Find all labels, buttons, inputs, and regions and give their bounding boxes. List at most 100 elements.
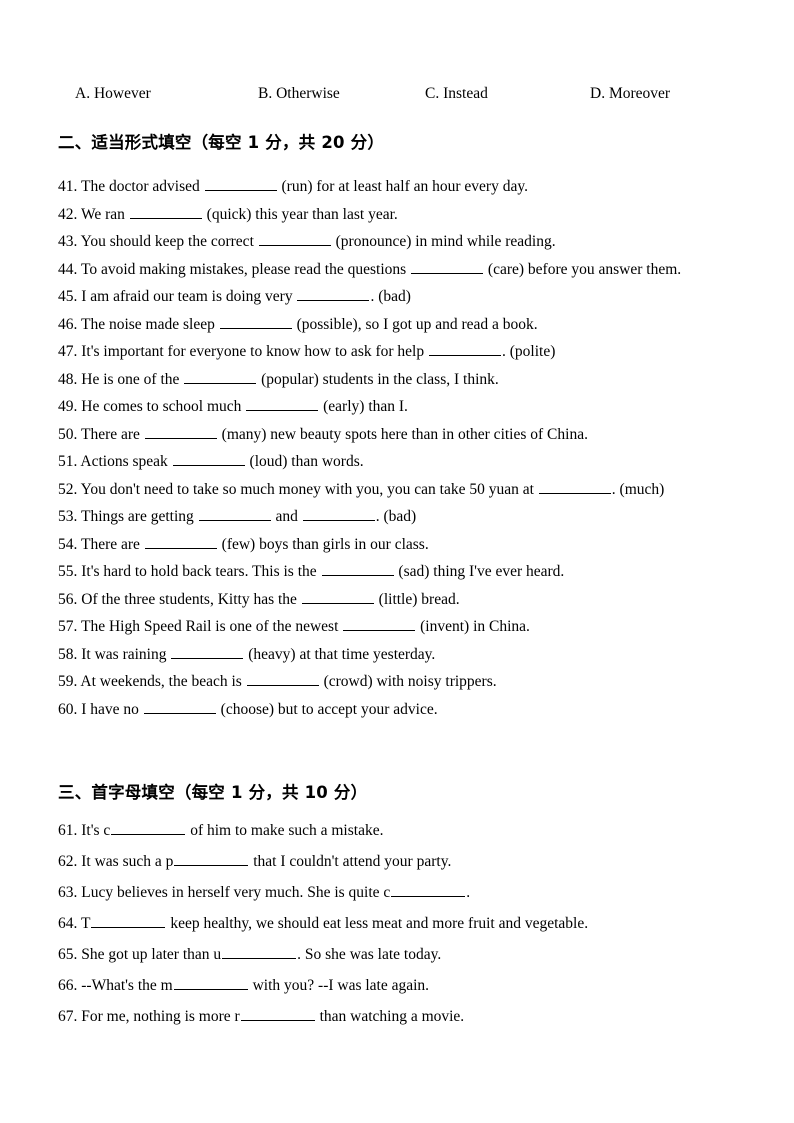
question-line: 50. There are (many) new beauty spots he… [58,421,758,449]
question-line: 45. I am afraid our team is doing very .… [58,283,758,311]
question-number: 56. [58,590,78,608]
answer-blank[interactable] [91,914,166,928]
answer-blank[interactable] [173,976,248,990]
question-text: The noise made sleep [77,315,215,333]
question-line: 47. It's important for everyone to know … [58,338,758,366]
question-line: 43. You should keep the correct (pronoun… [58,228,758,256]
answer-blank[interactable] [143,699,216,714]
question-text: He comes to school much [77,398,242,415]
question-line: 53. Things are getting and . (bad) [58,503,758,531]
question-text: . (polite) [501,343,556,360]
answer-blank[interactable] [171,644,244,659]
question-text: It was such a p [77,853,174,870]
question-text: (popular) students in the class, I think… [257,370,499,388]
question-text: --What's the m [77,977,173,994]
question-text: It's c [77,822,111,839]
question-text: I am afraid our team is doing very [77,288,293,305]
question-text: Lucy believes in herself very much. She … [77,884,391,901]
answer-blank[interactable] [258,232,331,246]
answer-blank[interactable] [428,342,501,356]
question-line: 44. To avoid making mistakes, please rea… [58,256,758,284]
question-number: 42. [58,205,78,223]
question-text: He is one of the [77,370,180,388]
answer-blank[interactable] [391,883,466,897]
question-number: 60. [58,700,78,718]
question-text: keep healthy, we should eat less meat an… [166,915,589,932]
question-text: For me, nothing is more r [77,1008,240,1025]
question-number: 64. [58,915,78,932]
answer-blank[interactable] [297,287,370,301]
question-text: with you? --I was late again. [248,977,430,994]
question-text: There are [77,535,140,553]
answer-blank[interactable] [538,479,611,494]
answer-blank[interactable] [411,259,484,274]
question-line: 62. It was such a p that I couldn't atte… [58,846,758,877]
question-line: 42. We ran (quick) this year than last y… [58,201,758,229]
multiple-choice-option-row: A. However B. Otherwise C. Instead D. Moreo… [0,82,794,106]
question-number: 52. [58,480,78,498]
question-line: 49. He comes to school much (early) than… [58,393,758,421]
answer-blank[interactable] [111,821,186,835]
answer-blank[interactable] [204,177,277,191]
question-line: 67. For me, nothing is more r than watch… [58,1001,758,1032]
answer-blank[interactable] [301,589,374,604]
answer-blank[interactable] [302,507,375,521]
question-line: 61. It's c of him to make such a mistake… [58,815,758,846]
answer-blank[interactable] [172,452,245,466]
question-line: 60. I have no (choose) but to accept you… [58,696,758,724]
answer-blank[interactable] [240,1007,315,1021]
question-text: (early) than I. [319,398,408,415]
question-number: 49. [58,398,78,415]
section-heading-three: 三、首字母填空（每空 1 分，共 10 分） [58,783,368,802]
question-text: (run) for at least half an hour every da… [277,178,528,195]
mc-option-c[interactable]: C. Instead [425,82,488,106]
answer-blank[interactable] [129,204,202,219]
question-number: 47. [58,343,78,360]
answer-blank[interactable] [174,852,249,866]
answer-blank[interactable] [198,507,271,521]
question-number: 48. [58,370,78,388]
question-text: that I couldn't attend your party. [249,853,452,870]
question-line: 63. Lucy believes in herself very much. … [58,877,758,908]
question-text: (loud) than words. [245,453,364,470]
question-number: 61. [58,822,78,839]
question-text: (quick) this year than last year. [202,205,398,223]
section-heading-two: 二、适当形式填空（每空 1 分，共 20 分） [58,133,385,152]
question-text: I have no [77,700,139,718]
answer-blank[interactable] [184,369,257,384]
question-line: 66. --What's the m with you? --I was lat… [58,970,758,1001]
question-text: . (bad) [370,288,411,305]
question-number: 65. [58,946,78,963]
mc-option-a[interactable]: A. However [75,82,151,106]
question-line: 64. T keep healthy, we should eat less m… [58,908,758,939]
question-text: It's important for everyone to know how … [77,343,425,360]
answer-blank[interactable] [246,397,319,411]
question-number: 41. [58,178,78,195]
mc-option-b[interactable]: B. Otherwise [258,82,340,106]
question-text: There are [77,425,140,443]
question-text: (possible), so I got up and read a book. [292,315,538,333]
question-text: (pronounce) in mind while reading. [331,233,556,250]
question-text: The doctor advised [77,178,200,195]
answer-blank[interactable] [321,562,394,576]
answer-blank[interactable] [246,672,319,686]
answer-blank[interactable] [144,534,217,549]
question-list-fill-in-form: 41. The doctor advised (run) for at leas… [58,173,758,723]
worksheet-page: A. However B. Otherwise C. Instead D. Moreo… [0,0,794,1123]
answer-blank[interactable] [222,945,297,959]
question-text: . (bad) [375,508,417,525]
answer-blank[interactable] [219,314,292,329]
question-text: (many) new beauty spots here than in oth… [217,425,588,443]
question-text: (care) before you answer them. [484,260,682,278]
question-text: Of the three students, Kitty has the [77,590,297,608]
question-number: 55. [58,563,78,580]
answer-blank[interactable] [343,617,416,631]
question-text: Things are getting [77,508,194,525]
question-text: of him to make such a mistake. [186,822,384,839]
question-line: 48. He is one of the (popular) students … [58,366,758,394]
question-text: The High Speed Rail is one of the newest [77,618,339,635]
answer-blank[interactable] [144,424,217,439]
question-number: 51. [58,453,78,470]
question-line: 54. There are (few) boys than girls in o… [58,531,758,559]
mc-option-d[interactable]: D. Moreover [590,82,670,106]
